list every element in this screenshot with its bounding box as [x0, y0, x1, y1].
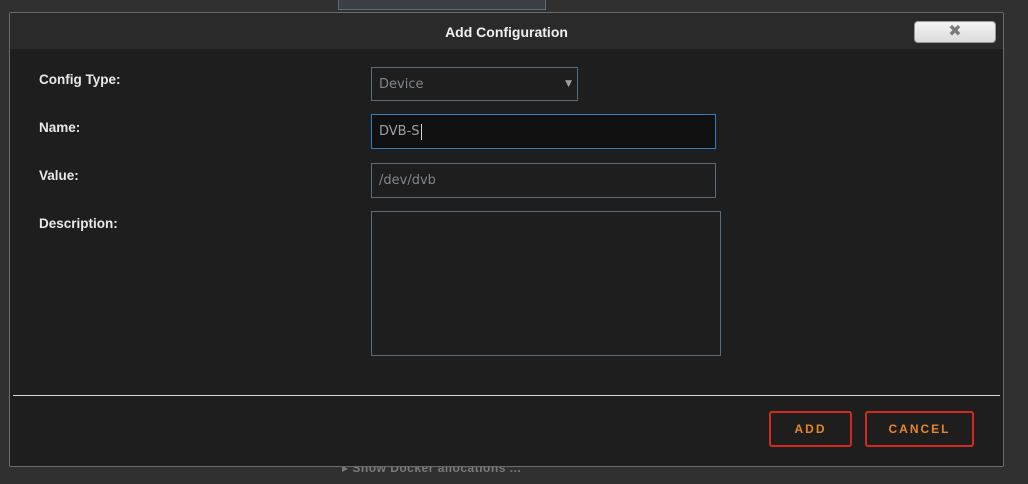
- name-label: Name:: [39, 120, 81, 135]
- dialog-titlebar[interactable]: Add Configuration ✖: [10, 13, 1003, 49]
- cancel-button[interactable]: CANCEL: [865, 411, 974, 447]
- config-type-select[interactable]: Device ▼: [371, 67, 578, 101]
- value-input-value: /dev/dvb: [379, 173, 436, 188]
- text-caret: [420, 123, 422, 140]
- config-type-selected-value: Device: [379, 76, 424, 92]
- name-input-value: DVB-S: [379, 124, 420, 139]
- background-panel: [338, 0, 546, 10]
- name-input[interactable]: DVB-S: [371, 114, 716, 149]
- close-icon: ✖: [948, 23, 962, 40]
- config-type-label: Config Type:: [39, 72, 121, 87]
- page: ▸ Show Docker allocations ... Add Config…: [0, 0, 1028, 484]
- dialog-title: Add Configuration: [445, 24, 568, 40]
- value-label: Value:: [39, 168, 79, 183]
- description-textarea[interactable]: [371, 211, 721, 356]
- description-label: Description:: [39, 216, 118, 231]
- dropdown-arrow-icon: ▼: [565, 79, 572, 89]
- footer-divider: [13, 395, 1000, 396]
- close-button[interactable]: ✖: [914, 21, 996, 43]
- add-button[interactable]: ADD: [769, 411, 852, 447]
- add-configuration-dialog: Add Configuration ✖ Config Type: Device …: [9, 12, 1004, 467]
- value-input[interactable]: /dev/dvb: [371, 163, 716, 198]
